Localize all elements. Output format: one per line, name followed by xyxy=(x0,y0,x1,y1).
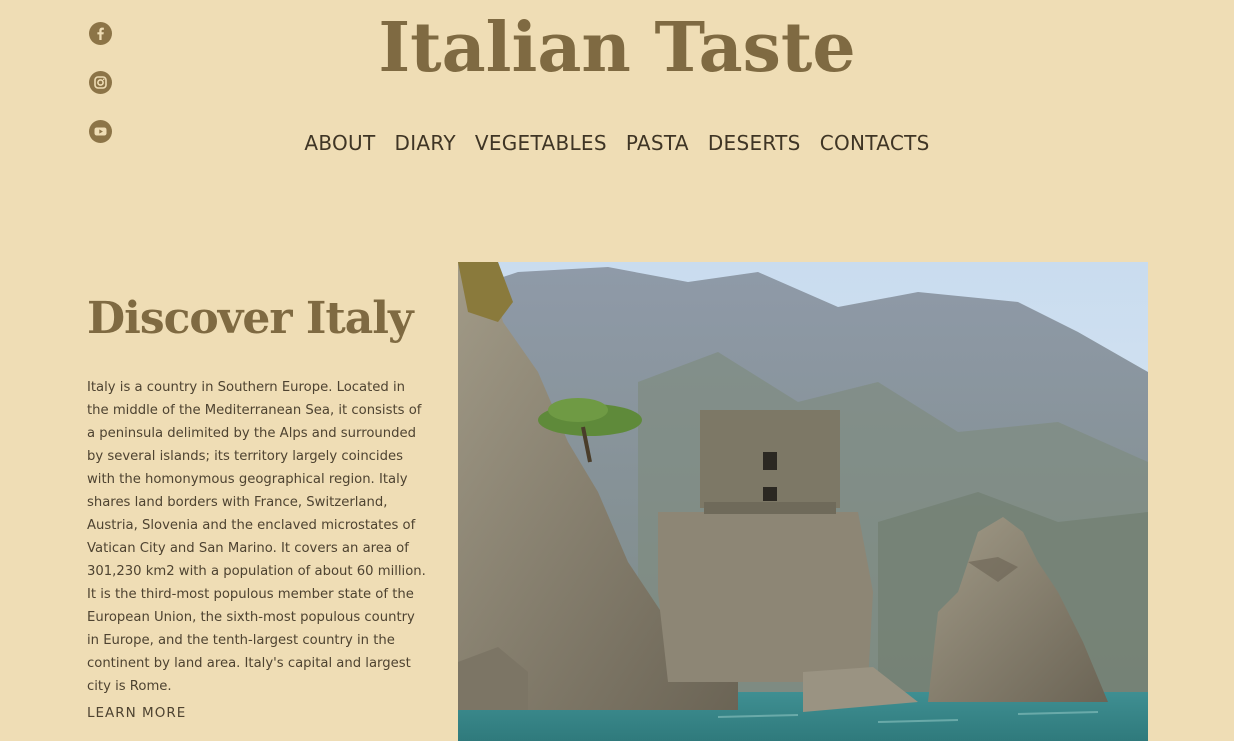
learn-more-link[interactable]: LEARN MORE xyxy=(87,705,186,721)
main-nav: ABOUT DIARY VEGETABLES PASTA DESERTS CON… xyxy=(0,130,1234,156)
coastal-tower-illustration xyxy=(458,262,1148,741)
nav-item-pasta[interactable]: PASTA xyxy=(626,130,689,156)
hero-image xyxy=(458,262,1148,741)
nav-item-about[interactable]: ABOUT xyxy=(304,130,375,156)
site-title[interactable]: Italian Taste xyxy=(0,6,1234,90)
hero-heading: Discover Italy xyxy=(87,293,414,344)
nav-item-contacts[interactable]: CONTACTS xyxy=(820,130,930,156)
hero-description: Italy is a country in Southern Europe. L… xyxy=(87,380,426,694)
nav-item-vegetables[interactable]: VEGETABLES xyxy=(475,130,607,156)
nav-item-diary[interactable]: DIARY xyxy=(395,130,456,156)
nav-item-deserts[interactable]: DESERTS xyxy=(708,130,801,156)
